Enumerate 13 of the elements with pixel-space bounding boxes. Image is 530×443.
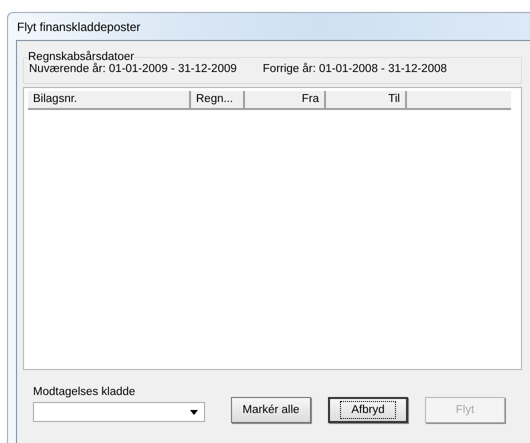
dialog-button[interactable]: Afbryd [328, 397, 408, 423]
window-title: Flyt finanskladdeposter [16, 18, 142, 36]
column-header[interactable]: Fra [245, 91, 326, 108]
previous-year-text: Forrige år: 01-01-2008 - 31-12-2008 [262, 63, 447, 75]
dropdown-arrow-icon[interactable] [190, 410, 198, 414]
entries-list[interactable]: Bilagsnr. Regn... Fra Til [23, 87, 522, 370]
dialog-button[interactable]: Markér alle [231, 397, 311, 423]
current-year-text: Nuværende år: 01-01-2009 - 31-12-2009 [29, 63, 237, 75]
group-label: Regnskabsårsdatoer [28, 51, 134, 63]
field-label: Modtagelses kladde [33, 386, 136, 398]
column-header[interactable]: Regn... [191, 91, 245, 108]
column-header[interactable]: Til [326, 91, 407, 108]
column-header[interactable]: Bilagsnr. [28, 91, 191, 108]
